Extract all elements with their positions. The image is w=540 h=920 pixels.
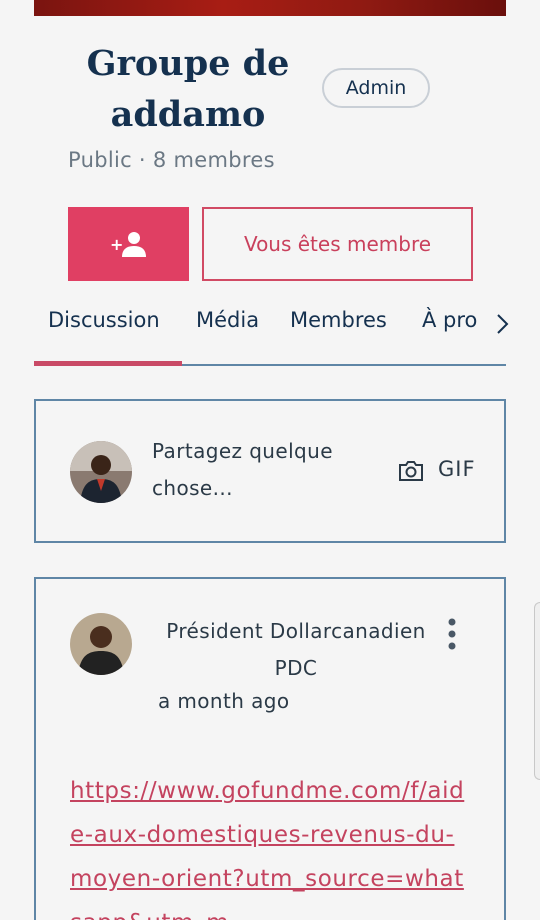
add-user-icon: +: [110, 232, 146, 257]
group-meta: Public · 8 membres: [68, 148, 275, 172]
tab-media[interactable]: Média: [196, 308, 259, 332]
tab-discussion[interactable]: Discussion: [48, 308, 160, 332]
active-tab-indicator: [34, 361, 182, 366]
tab-members[interactable]: Membres: [290, 308, 387, 332]
post-link[interactable]: https://www.gofundme.com/f/aide-aux-dome…: [70, 769, 470, 920]
cover-image: [34, 0, 506, 16]
more-options-icon[interactable]: [446, 617, 458, 651]
post-composer[interactable]: Partagez quelque chose... GIF: [34, 399, 506, 543]
group-title: Groupe de addamo: [86, 43, 290, 135]
chevron-right-icon[interactable]: [492, 312, 512, 336]
avatar: [70, 441, 132, 503]
post-author[interactable]: Président Dollarcanadien PDC: [166, 613, 426, 687]
gif-button[interactable]: GIF: [438, 457, 476, 481]
post-card: Président Dollarcanadien PDC a month ago…: [34, 577, 506, 920]
edge-handle[interactable]: [534, 602, 540, 780]
admin-badge: Admin: [322, 68, 430, 108]
tab-bar: Discussion Média Membres À pro: [34, 300, 509, 366]
membership-button[interactable]: Vous êtes membre: [202, 207, 473, 281]
tab-about[interactable]: À pro: [422, 308, 477, 332]
invite-members-button[interactable]: +: [68, 207, 189, 281]
post-timestamp: a month ago: [158, 689, 290, 713]
composer-placeholder[interactable]: Partagez quelque chose...: [152, 433, 362, 507]
camera-icon[interactable]: [398, 459, 424, 483]
svg-text:+: +: [110, 235, 123, 254]
author-avatar[interactable]: [70, 613, 132, 675]
